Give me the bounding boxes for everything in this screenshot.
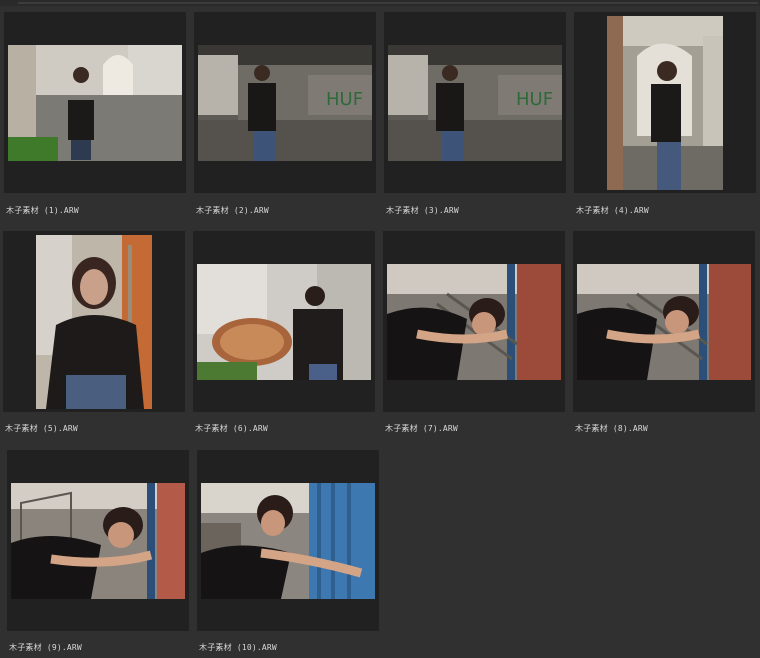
photo-thumbnail bbox=[201, 483, 375, 599]
thumbnail-grid: 木子素材 (1).ARW HUF 木子素材 (2).ARW HUF 木子素材 (… bbox=[0, 0, 760, 658]
thumbnail-tile-4[interactable]: 木子素材 (4).ARW bbox=[574, 12, 756, 217]
thumbnail-tile-7[interactable]: 木子素材 (7).ARW bbox=[383, 231, 565, 436]
photo-thumbnail bbox=[36, 235, 152, 409]
thumbnail-tile-9[interactable]: 木子素材 (9).ARW bbox=[7, 450, 189, 655]
file-name-label: 木子素材 (1).ARW bbox=[6, 206, 79, 215]
thumbnail-tile-5[interactable]: 木子素材 (5).ARW bbox=[3, 231, 185, 436]
file-name-label: 木子素材 (8).ARW bbox=[575, 424, 648, 433]
file-name-label: 木子素材 (4).ARW bbox=[576, 206, 649, 215]
photo-thumbnail bbox=[197, 264, 371, 380]
file-name-label: 木子素材 (5).ARW bbox=[5, 424, 78, 433]
photo-thumbnail: HUF bbox=[198, 45, 372, 161]
file-name-label: 木子素材 (2).ARW bbox=[196, 206, 269, 215]
file-name-label: 木子素材 (3).ARW bbox=[386, 206, 459, 215]
file-name-label: 木子素材 (6).ARW bbox=[195, 424, 268, 433]
thumbnail-tile-1[interactable]: 木子素材 (1).ARW bbox=[4, 12, 186, 217]
thumbnail-tile-8[interactable]: 木子素材 (8).ARW bbox=[573, 231, 755, 436]
thumbnail-tile-6[interactable]: 木子素材 (6).ARW bbox=[193, 231, 375, 436]
file-name-label: 木子素材 (9).ARW bbox=[9, 643, 82, 652]
file-name-label: 木子素材 (10).ARW bbox=[199, 643, 277, 652]
photo-thumbnail bbox=[8, 45, 182, 161]
photo-thumbnail bbox=[387, 264, 561, 380]
photo-thumbnail: HUF bbox=[388, 45, 562, 161]
photo-thumbnail bbox=[11, 483, 185, 599]
svg-text:HUF: HUF bbox=[326, 89, 363, 110]
file-name-label: 木子素材 (7).ARW bbox=[385, 424, 458, 433]
svg-text:HUF: HUF bbox=[516, 89, 553, 110]
thumbnail-tile-3[interactable]: HUF 木子素材 (3).ARW bbox=[384, 12, 566, 217]
thumbnail-tile-10[interactable]: 木子素材 (10).ARW bbox=[197, 450, 379, 655]
thumbnail-tile-2[interactable]: HUF 木子素材 (2).ARW bbox=[194, 12, 376, 217]
photo-thumbnail bbox=[577, 264, 751, 380]
photo-thumbnail bbox=[607, 16, 723, 190]
